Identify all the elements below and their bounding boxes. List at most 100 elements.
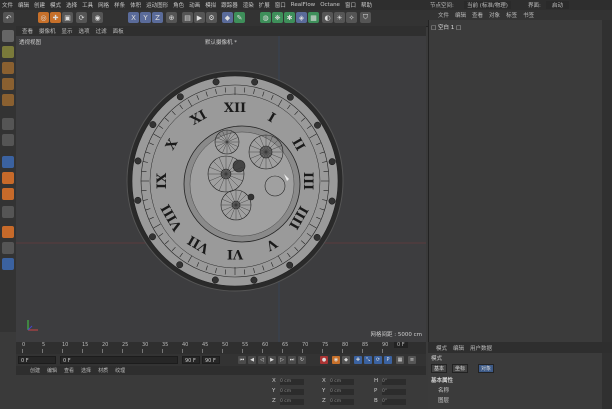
coord-value-field[interactable]: 0 cm (330, 389, 354, 395)
move-key-icon[interactable]: ✚ (354, 356, 362, 364)
menu-item[interactable]: 窗口 (275, 1, 286, 9)
axis-z-button[interactable]: Z (152, 12, 163, 23)
sculpt-icon[interactable] (2, 242, 14, 254)
object-menu-item[interactable]: 标签 (506, 11, 517, 19)
points-mode-icon[interactable] (2, 62, 14, 74)
timeline-ruler[interactable]: 0 5 10 15 20 25 30 35 40 45 50 55 60 65 70 75 80 85 90 0 F (16, 342, 426, 354)
coord-value-field[interactable]: 0 cm (280, 379, 304, 385)
menu-item[interactable]: 渲染 (243, 1, 254, 9)
object-menu-item[interactable]: 文件 (438, 11, 449, 19)
world-coord-icon[interactable]: ⊕ (166, 12, 177, 23)
end-frame-field[interactable]: 90 F (182, 356, 200, 364)
viewport-menu-item[interactable]: 选项 (79, 27, 90, 35)
select-icon[interactable]: ◎ (38, 12, 49, 23)
viewport-menu-item[interactable]: 摄像机 (39, 27, 56, 35)
undo-icon[interactable]: ↶ (3, 12, 14, 23)
edges-mode-icon[interactable] (2, 78, 14, 90)
axis-x-button[interactable]: X (128, 12, 139, 23)
rotate-icon[interactable]: ⟳ (76, 12, 87, 23)
menu-item[interactable]: 网格 (98, 1, 109, 9)
viewport-menu-item[interactable]: 查看 (22, 27, 33, 35)
play-icon[interactable]: ▶ (268, 356, 276, 364)
menu-item[interactable]: 运动图形 (146, 1, 168, 9)
render-settings-icon[interactable]: ⚙ (206, 12, 217, 23)
layout-dropdown[interactable]: 启动 (546, 1, 570, 9)
menu-item[interactable]: 编辑 (18, 1, 29, 9)
coord-value-field[interactable]: 0 cm (280, 389, 304, 395)
keyframe-icon[interactable]: ◆ (342, 356, 350, 364)
next-key-icon[interactable]: ▷ (278, 356, 286, 364)
axis-mode-icon[interactable] (2, 118, 14, 130)
object-row[interactable]: □ 空白 1 □ (431, 23, 461, 31)
render-region-icon[interactable]: ▤ (182, 12, 193, 23)
object-menu-item[interactable]: 对象 (489, 11, 500, 19)
viewport-solo-icon[interactable] (2, 206, 14, 218)
attr-tab-object[interactable]: 对象 (478, 364, 495, 373)
attr-tab-basic[interactable]: 基本 (431, 364, 448, 373)
menu-item[interactable]: 创建 (34, 1, 45, 9)
subdivision-icon[interactable]: ◍ (260, 12, 271, 23)
coord-value-field[interactable]: 0° (382, 399, 406, 405)
viewport-menu-item[interactable]: 显示 (62, 27, 73, 35)
layer-icon[interactable] (2, 258, 14, 270)
move-icon[interactable]: ✚ (50, 12, 61, 23)
clock-model[interactable]: XIIIIIIIIIIIIVVIVIIVIIIIXXXI (16, 36, 426, 342)
object-menu-item[interactable]: 查看 (472, 11, 483, 19)
viewport-menu-item[interactable]: 面板 (113, 27, 124, 35)
material-menu-item[interactable]: 编辑 (47, 367, 57, 374)
lock-icon[interactable] (2, 172, 14, 184)
make-editable-icon[interactable] (2, 30, 14, 42)
menu-item[interactable]: 工具 (82, 1, 93, 9)
goto-end-icon[interactable]: ⏭ (288, 356, 296, 364)
mograph-icon[interactable]: ✱ (284, 12, 295, 23)
autokey-icon[interactable]: ◉ (332, 356, 340, 364)
play-back-icon[interactable]: ◁ (258, 356, 266, 364)
scale-key-icon[interactable]: ⤡ (364, 356, 372, 364)
workplane-icon[interactable] (2, 156, 14, 168)
camera-icon[interactable]: ◐ (322, 12, 333, 23)
menu-icon[interactable]: ≡ (408, 356, 416, 364)
attr-menu-item[interactable]: 模式 (436, 344, 447, 352)
snap-icon[interactable] (2, 134, 14, 146)
render-view-icon[interactable]: ▶ (194, 12, 205, 23)
coord-value-field[interactable]: 0 cm (280, 399, 304, 405)
viewport-menu-item[interactable]: 过滤 (96, 27, 107, 35)
goto-start-icon[interactable]: ⏮ (238, 356, 246, 364)
texture-mode-icon[interactable] (2, 46, 14, 58)
menu-item[interactable]: RealFlow (291, 2, 315, 8)
menu-item[interactable]: 文件 (2, 1, 13, 9)
record-icon[interactable]: ● (320, 356, 328, 364)
menu-item[interactable]: 选择 (66, 1, 77, 9)
attr-menu-item[interactable]: 用户数据 (470, 344, 492, 352)
object-menu-item[interactable]: 编辑 (455, 11, 466, 19)
menu-item[interactable]: 帮助 (361, 1, 372, 9)
menu-item[interactable]: Octane (320, 2, 340, 8)
coord-value-field[interactable]: 0 cm (330, 399, 354, 405)
menu-item[interactable]: 模拟 (205, 1, 216, 9)
material-menu-item[interactable]: 创建 (30, 367, 40, 374)
shield-icon[interactable]: ⛉ (360, 12, 371, 23)
menu-item[interactable]: 模式 (50, 1, 61, 9)
menu-item[interactable]: 样条 (114, 1, 125, 9)
coord-value-field[interactable]: 0° (382, 389, 406, 395)
menu-item[interactable]: 跟踪器 (221, 1, 238, 9)
timeline-settings-icon[interactable]: ▦ (396, 356, 404, 364)
current-frame-field[interactable]: 0 F (60, 356, 178, 364)
scale-icon[interactable]: ▣ (62, 12, 73, 23)
cube-icon[interactable]: ◆ (222, 12, 233, 23)
brush-icon[interactable] (2, 226, 14, 238)
end-frame-field-2[interactable]: 90 F (202, 356, 220, 364)
polygons-mode-icon[interactable] (2, 94, 14, 106)
material-menu-item[interactable]: 选择 (81, 367, 91, 374)
menu-item[interactable]: 体积 (130, 1, 141, 9)
material-menu-item[interactable]: 材质 (98, 367, 108, 374)
attr-tab-coord[interactable]: 坐标 (452, 364, 469, 373)
viewport[interactable]: 透视视图 默认摄像机 * XII I II III IIII V VI VII VIII IX X X… (16, 36, 426, 342)
solo-icon[interactable] (2, 188, 14, 200)
pen-icon[interactable]: ✎ (234, 12, 245, 23)
coord-value-field[interactable]: 0 cm (330, 379, 354, 385)
array-icon[interactable]: ❋ (272, 12, 283, 23)
object-menu-item[interactable]: 书签 (523, 11, 534, 19)
prev-key-icon[interactable]: ◀ (248, 356, 256, 364)
menu-item[interactable]: 窗口 (345, 1, 356, 9)
